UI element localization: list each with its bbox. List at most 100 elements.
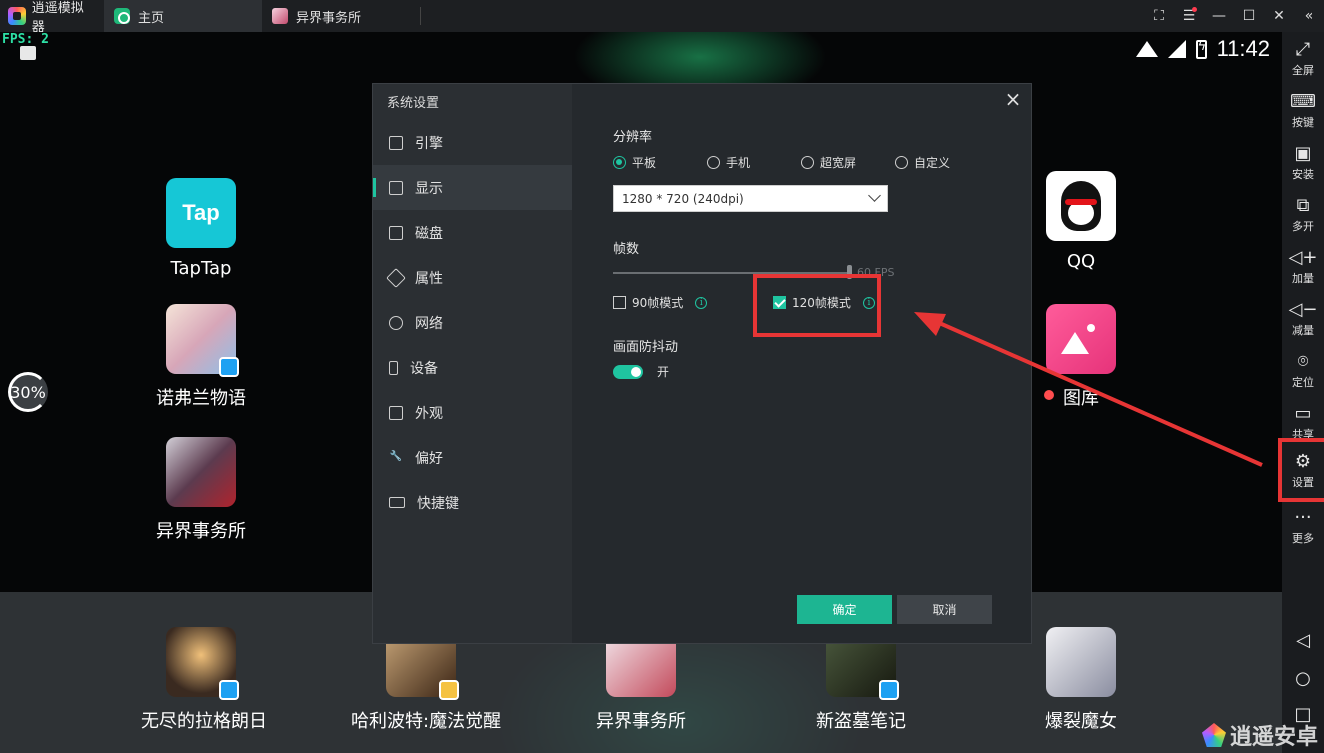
home-circle-icon[interactable]: ○ — [1282, 668, 1324, 689]
settings-dialog: 系统设置 引擎 显示 磁盘 属性 网络 设备 外观 🔧 偏好 快捷键 × 分辨率 … — [372, 83, 1032, 644]
nav-device[interactable]: 设备 — [373, 345, 572, 390]
sidebar-item-volume-up[interactable]: ◁+ 加量 — [1282, 248, 1324, 286]
sidebar-item-keymap[interactable]: ⌨ 按键 — [1282, 92, 1324, 130]
checkbox-90fps[interactable]: 90帧模式 i — [613, 294, 708, 311]
sidebar-item-volume-down[interactable]: ◁− 减量 — [1282, 300, 1324, 338]
dialog-close-icon[interactable]: × — [1003, 89, 1023, 110]
performance-gauge[interactable]: 30% — [8, 372, 48, 412]
sidebar-item-share[interactable]: ▭ 共享 — [1282, 404, 1324, 442]
radio-circle — [613, 156, 626, 169]
location-icon: ⌾ — [1297, 351, 1309, 372]
app-label: QQ — [1066, 251, 1096, 272]
toggle-label: 开 — [657, 365, 670, 379]
nav-disk[interactable]: 磁盘 — [373, 210, 572, 255]
app-qq[interactable]: QQ — [1021, 171, 1141, 272]
tab-game[interactable]: 异界事务所 — [262, 0, 420, 32]
fps-counter: FPS: 2 — [2, 32, 49, 47]
nav-appearance[interactable]: 外观 — [373, 390, 572, 435]
resolution-select[interactable]: 1280 * 720 (240dpi) — [613, 185, 888, 212]
radio-ultrawide[interactable]: 超宽屏 — [801, 154, 895, 171]
stabilization-toggle[interactable] — [613, 364, 643, 379]
app-label: 图库 — [1063, 388, 1099, 409]
clock: 11:42 — [1216, 36, 1270, 61]
bilibili-badge-icon — [219, 357, 239, 377]
sidebar-item-more[interactable]: ··· 更多 — [1282, 508, 1324, 546]
tab-game-label: 异界事务所 — [296, 10, 362, 26]
lagrange-icon — [166, 627, 239, 700]
tab-home-label: 主页 — [138, 10, 165, 26]
fps-title: 帧数 — [613, 242, 640, 257]
volume-up-icon: ◁+ — [1288, 247, 1318, 268]
yijie-icon — [166, 437, 236, 507]
badge-icon — [439, 680, 459, 700]
dock-app-5[interactable]: 爆裂魔女 — [1021, 627, 1141, 733]
witch-icon — [1046, 627, 1116, 697]
app-label: 无尽的拉格朗日 — [141, 711, 267, 732]
nuofulan-icon — [166, 304, 239, 377]
nav-network[interactable]: 网络 — [373, 300, 572, 345]
status-bar: 11:42 — [1135, 36, 1270, 62]
fullscreen-icon: ⤢ — [1295, 39, 1311, 60]
nav-preferences[interactable]: 🔧 偏好 — [373, 435, 572, 480]
radio-tablet[interactable]: 平板 — [613, 154, 707, 171]
minimize-icon[interactable]: — — [1204, 0, 1234, 32]
app-label: 诺弗兰物语 — [156, 388, 246, 409]
dock-app-1[interactable]: 无尽的拉格朗日 — [141, 627, 267, 733]
app-gallery[interactable]: 图库 — [1021, 304, 1141, 410]
sidebar-item-fullscreen[interactable]: ⤢ 全屏 — [1282, 40, 1324, 78]
radio-circle — [895, 156, 908, 169]
window-icon — [389, 405, 403, 420]
sidebar-item-multi[interactable]: ⧉ 多开 — [1282, 196, 1324, 234]
info-icon[interactable]: i — [695, 296, 708, 309]
stabilization-title: 画面防抖动 — [613, 340, 679, 355]
dialog-title: 系统设置 — [387, 96, 440, 111]
back-icon[interactable]: ◁ — [1282, 630, 1324, 651]
maximize-icon[interactable]: ☐ — [1234, 0, 1264, 32]
fullscreen-icon[interactable]: ⛶ — [1144, 0, 1174, 32]
qq-icon — [1046, 171, 1116, 241]
close-icon[interactable]: ✕ — [1264, 0, 1294, 32]
gallery-icon — [1046, 304, 1116, 374]
nav-properties[interactable]: 属性 — [373, 255, 572, 300]
stabilization-row: 开 — [613, 363, 669, 380]
app-logo-icon — [8, 7, 26, 25]
window-controls: ⛶ ☰ — ☐ ✕ « — [1144, 0, 1324, 32]
app-label: 异界事务所 — [156, 521, 246, 542]
cancel-button[interactable]: 取消 — [897, 595, 992, 624]
app-nuofulan[interactable]: 诺弗兰物语 — [141, 304, 261, 410]
sidebar-item-location[interactable]: ⌾ 定位 — [1282, 352, 1324, 390]
phone-icon — [389, 360, 398, 375]
watermark-logo-icon — [1201, 723, 1226, 747]
multi-instance-icon: ⧉ — [1296, 195, 1310, 216]
app-label: 异界事务所 — [596, 711, 686, 732]
sidebar-item-settings[interactable]: ⚙ 设置 — [1278, 438, 1324, 502]
nav-display[interactable]: 显示 — [373, 165, 572, 210]
wifi-icon — [1135, 41, 1158, 57]
signal-icon — [1167, 40, 1186, 58]
tab-home[interactable]: 主页 — [104, 0, 262, 32]
radio-phone[interactable]: 手机 — [707, 154, 801, 171]
radio-custom[interactable]: 自定义 — [895, 154, 950, 171]
badge-icon — [879, 680, 899, 700]
highlight-box-120fps — [753, 274, 881, 337]
sidebar-item-install[interactable]: ▣ 安装 — [1282, 144, 1324, 182]
nav-engine[interactable]: 引擎 — [373, 120, 572, 165]
app-yijie[interactable]: 异界事务所 — [141, 437, 261, 543]
collapse-icon[interactable]: « — [1294, 0, 1324, 32]
app-label: 哈利波特:魔法觉醒 — [351, 711, 502, 732]
gear-icon: ⚙ — [1294, 451, 1312, 472]
nav-hotkeys[interactable]: 快捷键 — [373, 480, 572, 525]
volume-down-icon: ◁− — [1288, 299, 1318, 320]
tab-separator — [420, 7, 421, 25]
gallery-notification-dot — [1044, 390, 1054, 400]
battery-icon — [1195, 39, 1207, 59]
confirm-button[interactable]: 确定 — [797, 595, 892, 624]
wrench-icon: 🔧 — [389, 450, 403, 462]
app-label: TapTap — [170, 258, 232, 279]
menu-icon[interactable]: ☰ — [1174, 0, 1204, 32]
app-name: 逍遥模拟器 — [31, 1, 84, 35]
settings-nav-panel: 系统设置 引擎 显示 磁盘 属性 网络 设备 外观 🔧 偏好 快捷键 — [373, 84, 572, 643]
app-taptap[interactable]: Tap TapTap — [141, 178, 261, 279]
notification-dot — [1192, 7, 1197, 12]
chevron-down-icon — [868, 189, 881, 202]
